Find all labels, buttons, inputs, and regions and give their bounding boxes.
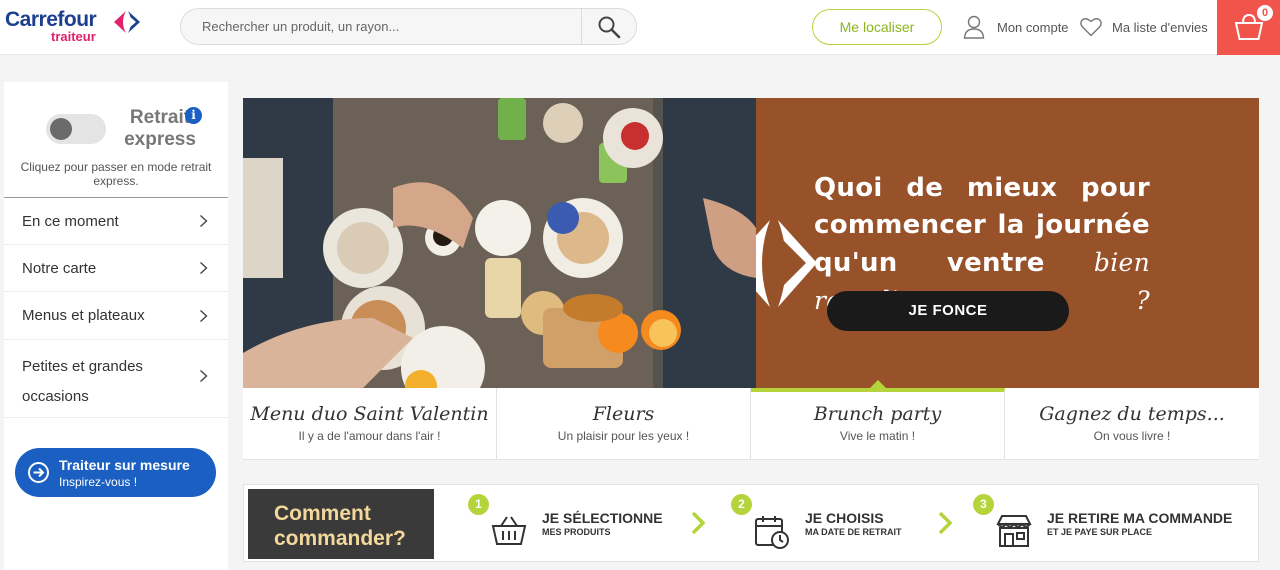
step-subtitle: ET JE PAYE SUR PLACE	[1047, 527, 1153, 537]
account-label: Mon compte	[997, 19, 1069, 35]
carrefour-logo-icon	[114, 11, 140, 33]
step-subtitle: MES PRODUITS	[542, 527, 611, 537]
cart-count-badge: 0	[1257, 5, 1273, 21]
chevron-right-icon	[691, 511, 705, 535]
tab-title: Brunch party	[813, 403, 942, 425]
how-title-line-2: commander?	[274, 527, 406, 550]
tab-brunch-party[interactable]: Brunch party Vive le matin !	[751, 380, 1005, 460]
sidebar-item-en-ce-moment[interactable]: En ce moment	[4, 198, 228, 245]
search-bar	[180, 8, 637, 45]
heart-icon	[1080, 18, 1102, 37]
logo-sub-text: traiteur	[51, 29, 96, 44]
wishlist-link[interactable]: Ma liste d'envies	[1080, 14, 1208, 40]
tab-fleurs[interactable]: Fleurs Un plaisir pour les yeux !	[497, 388, 751, 460]
sidebar-menu: En ce moment Notre carte Menus et platea…	[4, 197, 228, 418]
active-tab-indicator	[870, 380, 886, 388]
step-title: JE RETIRE MA COMMANDE	[1047, 510, 1233, 526]
tab-title: Gagnez du temps...	[1039, 403, 1225, 425]
hero-tabs: Menu duo Saint Valentin Il y a de l'amou…	[243, 380, 1259, 460]
step-title: JE CHOISIS	[805, 510, 884, 526]
carrefour-watermark-icon	[756, 220, 817, 307]
tab-subtitle: Vive le matin !	[839, 429, 916, 443]
sidebar-item-label: Notre carte	[22, 260, 97, 277]
step-select: 1 JE SÉLECTIONNE MES PRODUITS	[468, 494, 698, 554]
how-to-order-title: Comment commander?	[248, 489, 434, 559]
tab-title: Fleurs	[592, 403, 655, 425]
sidebar-item-notre-carte[interactable]: Notre carte	[4, 245, 228, 292]
tab-title: Menu duo Saint Valentin	[250, 403, 489, 425]
account-link[interactable]: Mon compte	[963, 14, 1069, 40]
sidebar-item-label: En ce moment	[22, 213, 119, 230]
sidebar-item-label: Menus et plateaux	[22, 307, 145, 324]
step-pickup: 3 JE RETIRE MA COMMANDE ET JE PAYE SUR P…	[973, 494, 1253, 554]
chevron-right-icon	[938, 511, 952, 535]
step-number: 3	[973, 494, 994, 515]
sidebar-item-label: Petites et grandes occasions	[22, 358, 143, 405]
tab-subtitle: On vous livre !	[1093, 429, 1171, 443]
cart-button[interactable]: 0	[1217, 0, 1280, 55]
store-icon	[996, 515, 1032, 547]
calendar-clock-icon	[755, 516, 789, 549]
chevron-right-icon	[200, 369, 208, 383]
brunch-table-photo	[243, 98, 756, 388]
wishlist-label: Ma liste d'envies	[1112, 19, 1208, 35]
chevron-right-icon	[200, 214, 208, 228]
mesure-subtitle: Inspirez-vous !	[59, 475, 138, 489]
search-icon	[598, 16, 621, 38]
tab-saint-valentin[interactable]: Menu duo Saint Valentin Il y a de l'amou…	[243, 388, 497, 460]
tab-subtitle: Il y a de l'amour dans l'air !	[298, 429, 441, 443]
traiteur-sur-mesure-button[interactable]: Traiteur sur mesure Inspirez-vous !	[15, 448, 216, 497]
hero-line-3: qu'un ventre	[814, 248, 1045, 278]
step-number: 1	[468, 494, 489, 515]
je-fonce-button[interactable]: JE FONCE	[827, 291, 1069, 331]
chevron-right-icon	[200, 309, 208, 322]
hero-text-panel: Quoi de mieux pour commencer la journée …	[756, 98, 1259, 388]
chevron-right-icon	[200, 261, 208, 275]
how-title-line-1: Comment	[274, 502, 371, 525]
sidebar: Retrait express i Cliquez pour passer en…	[4, 82, 228, 570]
sidebar-item-menus-plateaux[interactable]: Menus et plateaux	[4, 292, 228, 340]
carrefour-traiteur-logo[interactable]: Carrefour traiteur	[5, 8, 150, 46]
hero-banner[interactable]: Quoi de mieux pour commencer la journée …	[243, 98, 1259, 388]
locate-button[interactable]: Me localiser	[812, 9, 942, 45]
retrait-express-toggle[interactable]	[46, 114, 106, 144]
hero-line-1: Quoi de mieux pour	[814, 173, 1150, 203]
arrow-circle-icon	[28, 462, 49, 483]
mesure-title: Traiteur sur mesure	[59, 457, 190, 473]
search-input[interactable]	[181, 9, 581, 44]
step-title: JE SÉLECTIONNE	[542, 510, 663, 526]
step-subtitle: MA DATE DE RETRAIT	[805, 527, 902, 537]
site-header: Carrefour traiteur Me localiser Mon comp…	[0, 0, 1280, 55]
step-number: 2	[731, 494, 752, 515]
sidebar-item-occasions[interactable]: Petites et grandes occasions	[4, 340, 228, 418]
retrait-express-description: Cliquez pour passer en mode retrait expr…	[20, 160, 212, 188]
step-choose-date: 2 JE CHOISIS MA DATE DE RETRAIT	[731, 494, 961, 554]
how-to-order-banner: Comment commander? 1 JE SÉLECTIONNE MES …	[243, 484, 1259, 562]
brunch-table-image	[243, 98, 756, 388]
info-icon[interactable]: i	[185, 107, 202, 124]
user-icon	[963, 15, 985, 39]
search-button[interactable]	[581, 9, 636, 44]
toggle-knob	[50, 118, 72, 140]
basket-icon	[491, 516, 527, 545]
tab-subtitle: Un plaisir pour les yeux !	[557, 429, 690, 443]
hero-line-2: commencer la journée	[814, 210, 1150, 240]
tab-gagnez-du-temps[interactable]: Gagnez du temps... On vous livre !	[1005, 388, 1259, 460]
